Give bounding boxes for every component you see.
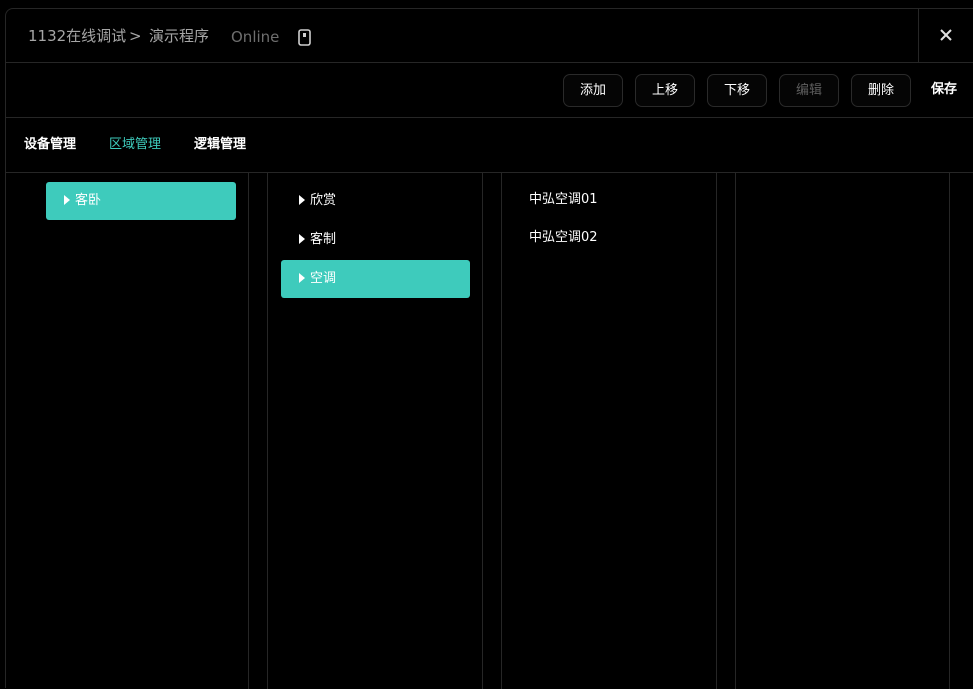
column-divider bbox=[949, 173, 950, 689]
tree-node-label: 客卧 bbox=[75, 193, 102, 208]
delete-button[interactable]: 删除 bbox=[851, 74, 911, 107]
breadcrumb-separator: > bbox=[129, 27, 142, 45]
move-up-button[interactable]: 上移 bbox=[635, 74, 695, 107]
caret-right-icon bbox=[299, 233, 305, 244]
device-item[interactable]: 中弘空调02 bbox=[529, 228, 598, 248]
tree-node-group[interactable]: 空调 bbox=[281, 260, 470, 298]
close-icon bbox=[940, 29, 952, 41]
tree-node-label: 客制 bbox=[310, 232, 337, 247]
tree-node-room[interactable]: 客卧 bbox=[46, 182, 236, 220]
breadcrumb-program: 演示程序 bbox=[149, 27, 210, 45]
tree-node-label: 欣赏 bbox=[310, 193, 337, 208]
toolbar: 添加 上移 下移 编辑 删除 保存 bbox=[6, 63, 973, 118]
column-divider bbox=[716, 173, 717, 689]
add-button[interactable]: 添加 bbox=[563, 74, 623, 107]
tab-logic-management[interactable]: 逻辑管理 bbox=[194, 118, 246, 172]
column-divider bbox=[482, 173, 483, 689]
caret-right-icon bbox=[299, 272, 305, 283]
tab-device-management[interactable]: 设备管理 bbox=[24, 118, 76, 172]
move-down-button[interactable]: 下移 bbox=[707, 74, 767, 107]
tab-bar: 设备管理 区域管理 逻辑管理 bbox=[6, 118, 973, 173]
tree-node-label: 空调 bbox=[310, 271, 337, 286]
device-icon[interactable] bbox=[298, 29, 311, 46]
column-divider bbox=[501, 173, 502, 689]
editor-window: 1132在线调试 > 演示程序 Online 添加 上移 下移 编辑 删除 保存… bbox=[5, 8, 973, 689]
tree-node-group[interactable]: 欣赏 bbox=[281, 182, 470, 220]
connection-status: Online bbox=[231, 28, 280, 46]
edit-button[interactable]: 编辑 bbox=[779, 74, 839, 107]
caret-right-icon bbox=[299, 194, 305, 205]
column-divider bbox=[735, 173, 736, 689]
breadcrumb-project[interactable]: 1132在线调试 bbox=[28, 9, 126, 63]
caret-right-icon bbox=[64, 194, 70, 205]
column-divider bbox=[248, 173, 249, 689]
close-button[interactable] bbox=[918, 9, 973, 62]
tree-node-group[interactable]: 客制 bbox=[281, 221, 470, 259]
save-button[interactable]: 保存 bbox=[920, 74, 968, 107]
header: 1132在线调试 > 演示程序 Online bbox=[6, 9, 973, 63]
device-item[interactable]: 中弘空调01 bbox=[529, 190, 598, 210]
column-divider bbox=[267, 173, 268, 689]
tab-area-management[interactable]: 区域管理 bbox=[109, 118, 161, 172]
